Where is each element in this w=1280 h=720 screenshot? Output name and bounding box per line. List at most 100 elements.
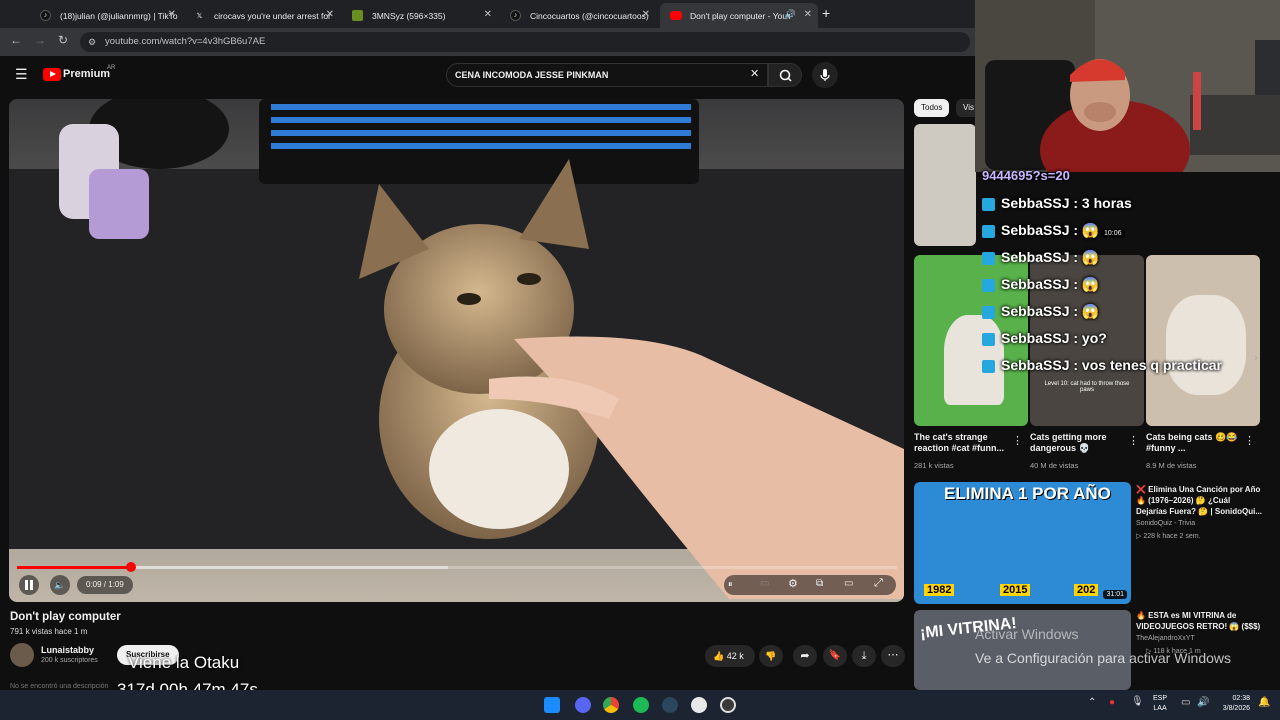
forward-icon[interactable]: → [34, 33, 46, 47]
chat-line: SebbaSSJ : 😱 [982, 303, 1099, 320]
spotify-icon[interactable] [633, 697, 649, 713]
discord-icon[interactable] [575, 697, 591, 713]
close-icon[interactable]: ✕ [168, 9, 176, 20]
youtube-logo-icon[interactable] [43, 68, 61, 81]
video-thumbnail-1[interactable]: ELIMINA 1 POR AÑO 1982 2015 202 31:01 [914, 482, 1131, 604]
video-title-2[interactable]: 🔥 ESTA es MI VITRINA de VIDEOJUEGOS RETR… [1136, 610, 1262, 632]
volume-tray-icon[interactable]: 🔊 [1197, 697, 1209, 708]
clear-search-icon[interactable]: ✕ [750, 67, 759, 80]
more-vert-icon[interactable]: ⋮ [1012, 434, 1023, 447]
settings-icon[interactable]: ⚙ [788, 577, 798, 590]
description-preview[interactable]: No se encontró una descripción [10, 683, 108, 690]
search-button[interactable] [768, 63, 802, 87]
app-icon[interactable] [720, 697, 736, 713]
short-title-3[interactable]: Cats being cats 🥴😂 #funny ... [1146, 432, 1246, 454]
thumbs-up-icon: 👍 [713, 651, 725, 661]
pause-button[interactable] [19, 575, 39, 595]
short-views-1: 281 k vistas [914, 461, 954, 470]
tab-x-post[interactable]: 𝕏 cirocavs you're under arrest for ✕ [184, 3, 340, 28]
video-player[interactable]: 🔈 0:09 / 1:09 ⏸ ▭ ⚙ ⧉ ▭ ⤢ [9, 99, 904, 602]
language-indicator[interactable]: ESP LAA [1153, 694, 1167, 714]
search-input[interactable]: CENA INCOMODA JESSE PINKMAN [446, 63, 768, 87]
steam-icon[interactable] [662, 697, 678, 713]
share-icon: ➦ [800, 650, 810, 662]
speaker-icon[interactable]: 🔊 [785, 9, 796, 20]
dislike-button[interactable]: 👎 [759, 645, 783, 667]
close-icon[interactable]: ✕ [484, 9, 492, 20]
short-views-2: 40 M de vistas [1030, 461, 1079, 470]
progress-track[interactable] [17, 562, 897, 572]
video-channel-2[interactable]: TheAlejandroXxYT [1136, 635, 1195, 642]
thumbs-down-icon: 👎 [765, 651, 777, 661]
video-title-1[interactable]: ❌ Elimina Una Canción por Año 🔥 (1976–20… [1136, 484, 1262, 517]
thumb-year: 1982 [924, 584, 955, 596]
tab-youtube-active[interactable]: Don't play computer - YouT 🔊 ✕ [660, 3, 818, 28]
progress-played [17, 566, 132, 569]
close-icon[interactable]: ✕ [804, 9, 812, 20]
notifications-icon[interactable]: 🔔 [1258, 697, 1270, 708]
video-meta-1: ▷ 228 k hace 2 sem. [1136, 533, 1201, 540]
subtitles-icon[interactable]: ▭ [760, 578, 769, 589]
thumb-year: 2015 [1000, 584, 1031, 596]
short-thumbnail-3[interactable] [1146, 255, 1260, 426]
youtube-icon [670, 11, 682, 20]
back-icon[interactable]: ← [10, 33, 22, 47]
chat-line: SebbaSSJ : yo? [982, 330, 1107, 346]
miniplayer-icon[interactable]: ⧉ [816, 578, 823, 589]
tab-tiktok-julian[interactable]: ♪ (18)julian (@juliannmrg) | TikTo ✕ [30, 3, 182, 28]
close-icon[interactable]: ✕ [642, 9, 650, 20]
video-channel-1[interactable]: SonidoQuiz - Trivia [1136, 520, 1195, 527]
voice-search-button[interactable] [812, 62, 838, 88]
x-icon: 𝕏 [196, 12, 203, 20]
short-title-1[interactable]: The cat's strange reaction #cat #funn... [914, 432, 1014, 454]
chevron-up-icon[interactable]: ⌃ [1088, 697, 1096, 708]
download-icon: ⤓ [861, 650, 867, 662]
windows-start-icon[interactable] [544, 697, 560, 713]
chat-line: SebbaSSJ : 😱 [982, 222, 1099, 239]
viewer-name-overlay: Viene la Otaku [128, 653, 240, 672]
tab-tiktok-cincocuartos[interactable]: ♪ Cincocuartos (@cincocuartoos) ✕ [500, 3, 656, 28]
save-button[interactable]: 🔖 [823, 645, 847, 667]
mic-tray-icon[interactable]: 🎙 [1131, 696, 1144, 707]
new-tab-icon[interactable]: + [822, 5, 830, 21]
more-vert-icon[interactable]: ⋮ [1128, 434, 1139, 447]
browser-tab-strip: ♪ (18)julian (@juliannmrg) | TikTo ✕ 𝕏 ci… [0, 0, 975, 28]
chip-all[interactable]: Todos [914, 99, 950, 117]
chat-line: SebbaSSJ : 😱 [982, 276, 1099, 293]
webcam-feed [975, 0, 1280, 172]
volume-button[interactable]: 🔈 [50, 575, 70, 595]
autoplay-toggle-icon[interactable]: ⏸ [728, 579, 733, 590]
tray-app-icon[interactable]: ● [1109, 697, 1115, 708]
download-button[interactable]: ⤓ [852, 645, 876, 667]
menu-icon[interactable]: ☰ [15, 66, 28, 83]
chevron-right-icon[interactable]: › [1254, 352, 1258, 364]
share-button[interactable]: ➦ [793, 645, 817, 667]
avatar[interactable] [10, 643, 34, 667]
close-icon[interactable]: ✕ [326, 9, 334, 20]
reload-icon[interactable]: ↻ [58, 33, 68, 47]
tiktok-icon: ♪ [510, 10, 521, 21]
address-bar[interactable]: ⚙ youtube.com/watch?v=4v3hGB6u7AE [80, 32, 970, 52]
fullscreen-icon[interactable]: ⤢ [874, 577, 883, 590]
site-info-icon[interactable]: ⚙ [88, 32, 96, 52]
more-icon: ⋯ [887, 649, 899, 661]
tab-image[interactable]: 3MNSyz (596×335) ✕ [342, 3, 498, 28]
more-vert-icon[interactable]: ⋮ [1244, 434, 1255, 447]
youtube-premium-logo[interactable]: Premium [63, 68, 110, 80]
thumbnail-first[interactable] [914, 124, 976, 246]
right-controls: ⏸ ▭ ⚙ ⧉ ▭ ⤢ [724, 575, 896, 595]
more-actions-button[interactable]: ⋯ [881, 645, 905, 667]
like-button[interactable]: 👍 42 k [705, 645, 755, 667]
network-icon[interactable]: ▭ [1181, 697, 1190, 708]
pause-icon [25, 580, 28, 590]
chat-line: SebbaSSJ : 3 horas [982, 195, 1132, 211]
obs-icon[interactable] [691, 697, 707, 713]
chat-line: 9444695?s=20 [982, 168, 1070, 183]
clock[interactable]: 02:38 3/8/2026 [1216, 694, 1250, 714]
chrome-icon[interactable] [603, 697, 619, 713]
time-display: 0:09 / 1:09 [77, 576, 133, 594]
cast-icon[interactable]: ▭ [844, 578, 853, 589]
channel-name[interactable]: Lunaistabby [41, 645, 94, 655]
short-title-2[interactable]: Cats getting more dangerous 💀 [1030, 432, 1130, 454]
chat-badge-icon [982, 332, 995, 346]
